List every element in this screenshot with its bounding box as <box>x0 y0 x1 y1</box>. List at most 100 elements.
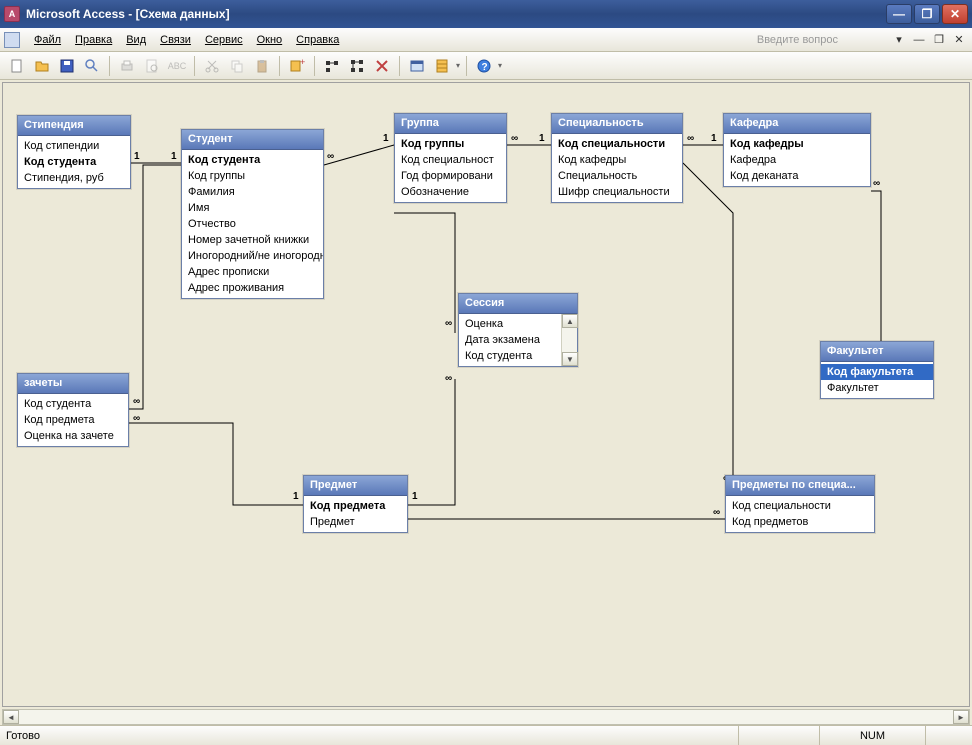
help-search[interactable]: Введите вопрос <box>751 32 888 48</box>
table-field[interactable]: Иногородний/не иногородн <box>182 248 323 264</box>
search-button[interactable] <box>81 55 103 77</box>
menu-file[interactable]: Файл <box>28 32 67 48</box>
table-field[interactable]: Код специальност <box>395 152 506 168</box>
scroll-up-icon[interactable]: ▲ <box>562 314 578 328</box>
table-title[interactable]: Кафедра <box>724 114 870 134</box>
table-field[interactable]: Предмет <box>304 514 407 530</box>
table-field[interactable]: Код предметов <box>726 514 874 530</box>
menu-window[interactable]: Окно <box>251 32 289 48</box>
table-field[interactable]: Отчество <box>182 216 323 232</box>
table-field[interactable]: Номер зачетной книжки <box>182 232 323 248</box>
table-title[interactable]: зачеты <box>18 374 128 394</box>
scroll-left-icon[interactable]: ◄ <box>3 710 19 724</box>
cut-button[interactable] <box>201 55 223 77</box>
table-title[interactable]: Факультет <box>821 342 933 362</box>
paste-button[interactable] <box>251 55 273 77</box>
table-field[interactable]: Код специальности <box>726 498 874 514</box>
table-title[interactable]: Группа <box>395 114 506 134</box>
menu-edit[interactable]: Правка <box>69 32 118 48</box>
table-field[interactable]: Код факультета <box>821 364 933 380</box>
menu-service[interactable]: Сервис <box>199 32 249 48</box>
table-field[interactable]: Код студента <box>18 154 130 170</box>
table-title[interactable]: Специальность <box>552 114 682 134</box>
save-button[interactable] <box>56 55 78 77</box>
table-field[interactable]: Стипендия, руб <box>18 170 130 186</box>
relationships-canvas[interactable]: 1 1 ∞ 1 ∞ 1 ∞ 1 ∞ ∞ ∞ 1 1 ∞ ∞ ∞ ∞ Стипен… <box>2 82 970 707</box>
table-field[interactable]: Адрес прописки <box>182 264 323 280</box>
table-field[interactable]: Код группы <box>182 168 323 184</box>
table-title[interactable]: Сессия <box>459 294 577 314</box>
table-predmet[interactable]: Предмет Код предметаПредмет <box>303 475 408 533</box>
table-title[interactable]: Предметы по специа... <box>726 476 874 496</box>
preview-button[interactable] <box>141 55 163 77</box>
clear-layout-button[interactable] <box>371 55 393 77</box>
table-field[interactable]: Код кафедры <box>724 136 870 152</box>
show-all-button[interactable] <box>346 55 368 77</box>
table-field[interactable]: Код предмета <box>18 412 128 428</box>
mdi-restore-button[interactable]: ❐ <box>932 33 946 47</box>
table-field[interactable]: Фамилия <box>182 184 323 200</box>
table-stipendia[interactable]: Стипендия Код стипендииКод студентаСтипе… <box>17 115 131 189</box>
table-student[interactable]: Студент Код студентаКод группыФамилияИмя… <box>181 129 324 299</box>
table-field[interactable]: Шифр специальности <box>552 184 682 200</box>
table-field[interactable]: Код группы <box>395 136 506 152</box>
table-field[interactable]: Код студента <box>18 396 128 412</box>
table-field[interactable]: Код стипендии <box>18 138 130 154</box>
new-button[interactable] <box>6 55 28 77</box>
horizontal-scrollbar[interactable]: ◄ ► <box>2 709 970 725</box>
minimize-button[interactable]: — <box>886 4 912 24</box>
scroll-right-icon[interactable]: ► <box>953 710 969 724</box>
window-button[interactable] <box>406 55 428 77</box>
dropdown-icon[interactable]: ▾ <box>892 33 906 47</box>
field-list: Код студентаКод группыФамилияИмяОтчество… <box>182 150 323 298</box>
table-field[interactable]: Код деканата <box>724 168 870 184</box>
table-field[interactable]: Код студента <box>182 152 323 168</box>
scroll-down-icon[interactable]: ▼ <box>562 352 578 366</box>
table-field[interactable]: Код специальности <box>552 136 682 152</box>
table-sessia[interactable]: Сессия ОценкаДата экзаменаКод студента ▲… <box>458 293 578 367</box>
show-direct-button[interactable] <box>321 55 343 77</box>
print-button[interactable] <box>116 55 138 77</box>
doc-icon[interactable] <box>4 32 20 48</box>
table-gruppa[interactable]: Группа Код группыКод специальностГод фор… <box>394 113 507 203</box>
spell-button[interactable]: ABC <box>166 55 188 77</box>
maximize-button[interactable]: ❐ <box>914 4 940 24</box>
table-field[interactable]: Код предмета <box>304 498 407 514</box>
mdi-minimize-button[interactable]: — <box>912 33 926 47</box>
menu-help[interactable]: Справка <box>290 32 345 48</box>
rel-card: 1 <box>134 151 140 162</box>
table-field[interactable]: Имя <box>182 200 323 216</box>
menubar: Файл Правка Вид Связи Сервис Окно Справк… <box>0 28 972 52</box>
table-field[interactable]: Обозначение <box>395 184 506 200</box>
table-field[interactable]: Оценка <box>459 316 561 332</box>
table-predmety-spec[interactable]: Предметы по специа... Код специальностиК… <box>725 475 875 533</box>
open-button[interactable] <box>31 55 53 77</box>
table-specialnost[interactable]: Специальность Код специальностиКод кафед… <box>551 113 683 203</box>
field-list: Код специальностиКод предметов <box>726 496 874 532</box>
table-kafedra[interactable]: Кафедра Код кафедрыКафедраКод деканата <box>723 113 871 187</box>
copy-button[interactable] <box>226 55 248 77</box>
table-title[interactable]: Предмет <box>304 476 407 496</box>
table-fakultet[interactable]: Факультет Код факультетаФакультет <box>820 341 934 399</box>
table-title[interactable]: Студент <box>182 130 323 150</box>
table-field[interactable]: Оценка на зачете <box>18 428 128 444</box>
db-button[interactable] <box>431 55 453 77</box>
status-ready: Готово <box>6 730 40 742</box>
menu-view[interactable]: Вид <box>120 32 152 48</box>
mdi-close-button[interactable]: ✕ <box>952 33 966 47</box>
table-field[interactable]: Факультет <box>821 380 933 396</box>
table-field[interactable]: Адрес проживания <box>182 280 323 296</box>
scrollbar[interactable]: ▲ ▼ <box>561 314 577 366</box>
table-field[interactable]: Код кафедры <box>552 152 682 168</box>
table-field[interactable]: Кафедра <box>724 152 870 168</box>
table-zachety[interactable]: зачеты Код студентаКод предметаОценка на… <box>17 373 129 447</box>
table-title[interactable]: Стипендия <box>18 116 130 136</box>
table-field[interactable]: Специальность <box>552 168 682 184</box>
add-table-button[interactable]: + <box>286 55 308 77</box>
table-field[interactable]: Код студента <box>459 348 561 364</box>
close-button[interactable]: ✕ <box>942 4 968 24</box>
table-field[interactable]: Год формировани <box>395 168 506 184</box>
help-button[interactable]: ? <box>473 55 495 77</box>
table-field[interactable]: Дата экзамена <box>459 332 561 348</box>
menu-relations[interactable]: Связи <box>154 32 197 48</box>
